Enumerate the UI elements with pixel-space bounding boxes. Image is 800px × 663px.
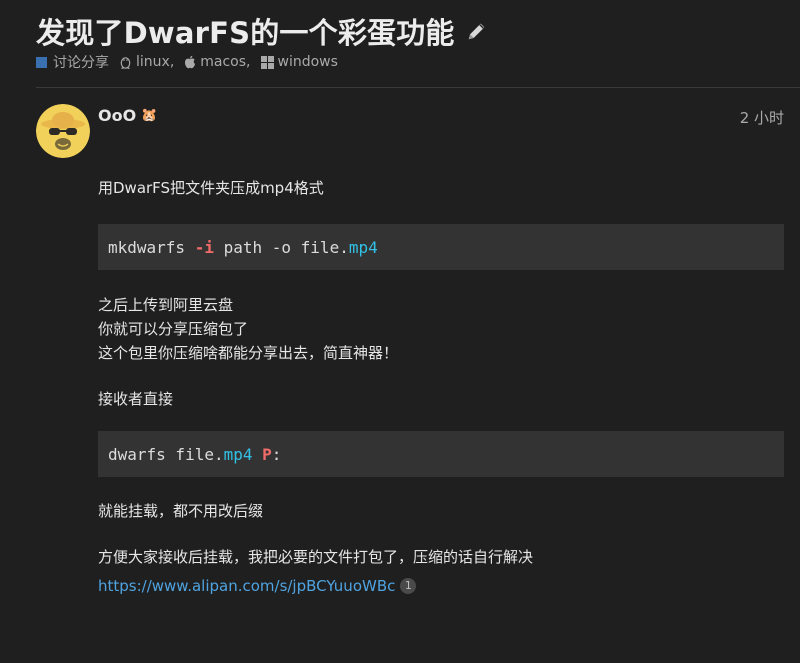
hamster-icon: 🐹 xyxy=(141,108,158,123)
paragraph-line: 这个包里你压缩啥都能分享出去，简直神器！ xyxy=(98,344,399,362)
pencil-icon[interactable] xyxy=(463,17,491,45)
post-author[interactable]: OoO 🐹 xyxy=(98,106,157,125)
tag-label: linux xyxy=(136,54,170,70)
paragraph: 就能挂载，都不用改后缀 xyxy=(98,502,264,520)
tag-label: macos xyxy=(200,54,247,70)
code-block: dwarfs file. mp4 P: xyxy=(98,431,784,477)
share-link[interactable]: https://www.alipan.com/s/jpBCYuuoWBc xyxy=(98,577,395,595)
code-text: path -o file. xyxy=(213,237,349,257)
category-color-badge xyxy=(36,56,47,68)
apple-icon xyxy=(185,55,196,69)
paragraph: 接收者直接 xyxy=(98,390,174,408)
tag-separator: , xyxy=(246,54,251,70)
topic-meta: 讨论分享 linux , macos , windows xyxy=(36,52,338,72)
code-block: mkdwarfs -i path -o file. mp4 xyxy=(98,224,784,270)
code-flag: -i xyxy=(194,237,214,257)
penguin-icon xyxy=(120,57,131,69)
code-extension: mp4 xyxy=(223,444,253,464)
header-divider xyxy=(36,87,800,88)
code-text: mkdwarfs xyxy=(108,237,195,257)
code-drive-letter: P xyxy=(262,444,272,464)
tag-windows[interactable]: windows xyxy=(260,54,338,70)
tag-label: windows xyxy=(277,54,338,70)
tag-separator: , xyxy=(169,54,175,70)
code-text: dwarfs file. xyxy=(108,444,224,464)
code-text: : xyxy=(271,444,282,464)
post-body: 用DwarFS把文件夹压成mp4格式 mkdwarfs -i path -o f… xyxy=(98,176,784,598)
tag-linux[interactable]: linux , xyxy=(119,54,174,70)
topic-title-row: 发现了DwarFS的一个彩蛋功能 xyxy=(36,10,491,52)
username[interactable]: OoO xyxy=(98,106,136,125)
paragraph: 用DwarFS把文件夹压成mp4格式 xyxy=(98,179,324,197)
windows-icon xyxy=(260,55,274,69)
topic-page: 发现了DwarFS的一个彩蛋功能 讨论分享 linux , macos , wi… xyxy=(0,0,800,663)
avatar[interactable] xyxy=(36,104,90,158)
link-click-count: 1 xyxy=(400,578,417,594)
tag-macos[interactable]: macos , xyxy=(184,54,251,70)
paragraph-line: 你就可以分享压缩包了 xyxy=(98,320,249,338)
paragraph-line: 之后上传到阿里云盘 xyxy=(98,296,234,314)
link-line: https://www.alipan.com/s/jpBCYuuoWBc 1 xyxy=(98,574,784,598)
category-link[interactable]: 讨论分享 xyxy=(53,52,109,72)
code-extension: mp4 xyxy=(348,237,378,257)
post-date[interactable]: 2 小时 xyxy=(740,107,784,128)
topic-title[interactable]: 发现了DwarFS的一个彩蛋功能 xyxy=(36,10,455,52)
paragraph: 方便大家接收后挂载，我把必要的文件打包了，压缩的话自行解决 xyxy=(98,548,534,566)
